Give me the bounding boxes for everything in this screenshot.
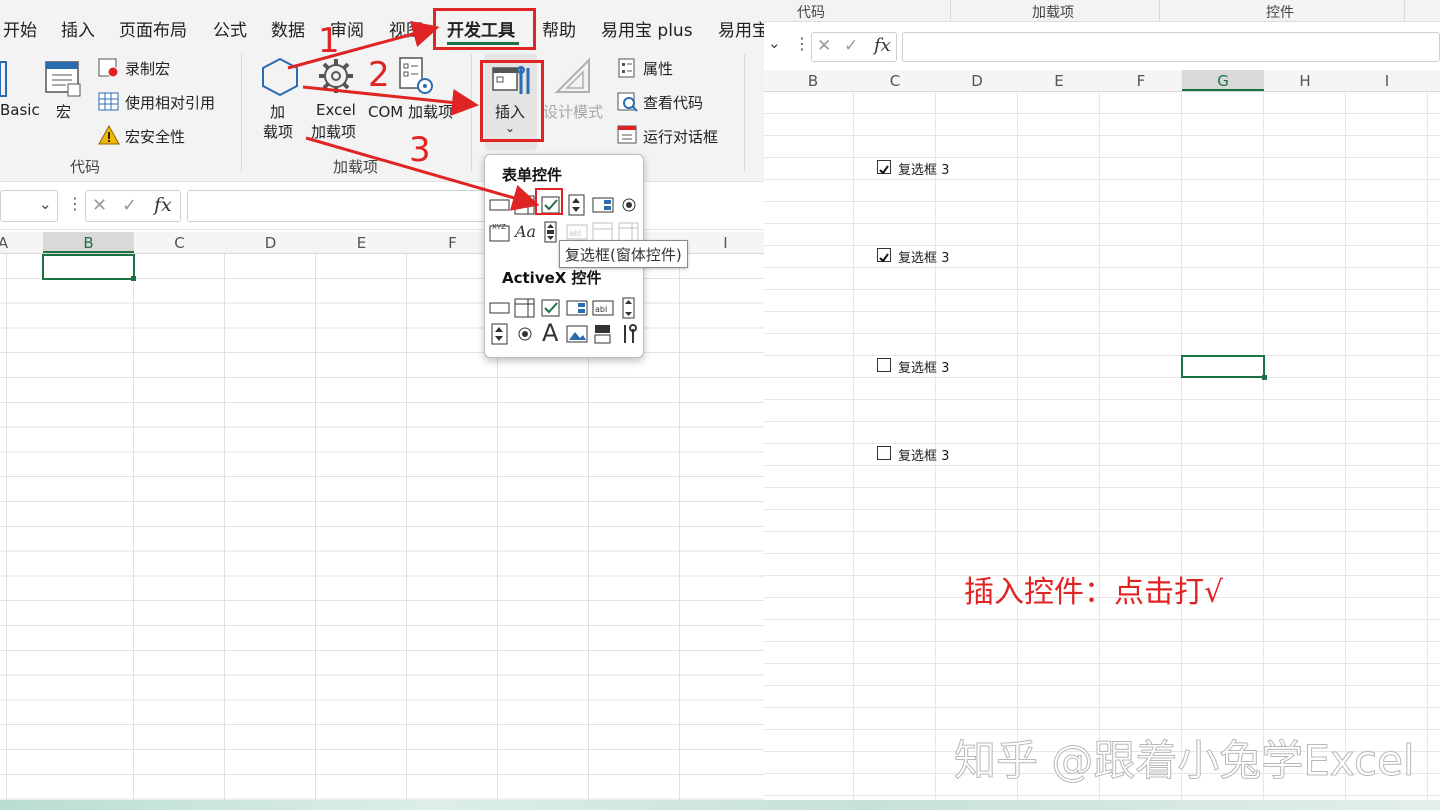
right-excel-window: 代码 加载项 控件 ⌄ ⋮ ✕ ✓ fx B C D E F G H I 复选框… — [764, 0, 1440, 800]
step-3-number: 3 — [409, 130, 431, 170]
checkbox-label[interactable]: 复选框 3 — [898, 247, 949, 266]
activex-controls-title: ActiveX 控件 — [502, 269, 602, 287]
checkbox[interactable] — [877, 446, 891, 460]
annotation-arrows — [287, 20, 540, 211]
activex-button-icon[interactable] — [489, 297, 511, 319]
activex-option-button-icon[interactable] — [514, 323, 536, 345]
formula-buttons: ✕ ✓ fx — [811, 32, 897, 62]
activex-combo-box-icon[interactable] — [514, 297, 536, 319]
fill-handle[interactable] — [131, 276, 136, 281]
active-cell[interactable] — [1181, 355, 1265, 378]
column-header-h[interactable]: H — [1264, 72, 1346, 90]
chevron-down-icon[interactable]: ⌄ — [768, 34, 781, 52]
column-header-i[interactable]: I — [1346, 72, 1428, 90]
activex-list-box-icon[interactable] — [566, 297, 588, 319]
activex-toggle-button-icon[interactable] — [592, 323, 614, 345]
cell-grid[interactable] — [764, 92, 1440, 800]
insert-function-icon[interactable]: fx — [874, 35, 891, 56]
checkbox-label[interactable]: 复选框 3 — [898, 357, 949, 376]
step-1-number: 1 — [318, 21, 340, 61]
instruction-annotation: 插入控件：点击打√ — [964, 575, 1224, 610]
formula-bar: ⌄ ⋮ ✕ ✓ fx — [764, 24, 1440, 70]
checkbox-label[interactable]: 复选框 3 — [898, 445, 949, 464]
addins-group-label: 加载项 — [1032, 5, 1074, 21]
column-header-d[interactable]: D — [936, 72, 1018, 90]
fill-handle[interactable] — [1262, 375, 1267, 380]
column-headers: B C D E F G H I — [764, 70, 1440, 92]
activex-label-icon[interactable]: A — [542, 319, 558, 347]
activex-image-icon[interactable] — [566, 323, 588, 345]
group-separator — [1159, 0, 1160, 22]
checkbox[interactable] — [877, 248, 891, 263]
more-options-icon[interactable]: ⋮ — [794, 34, 810, 53]
formula-input[interactable] — [902, 32, 1440, 62]
group-separator — [950, 0, 951, 22]
cell-grid[interactable] — [0, 254, 764, 800]
checkmark-icon — [879, 253, 889, 263]
watermark: 知乎 @跟着小兔学Excel — [954, 736, 1416, 786]
checkbox[interactable] — [877, 358, 891, 372]
step-2-number: 2 — [368, 55, 390, 95]
activex-checkbox-icon[interactable] — [540, 297, 562, 319]
cancel-icon[interactable]: ✕ — [817, 36, 831, 56]
left-excel-window: 开始 插入 页面布局 公式 数据 审阅 视图 开发工具 帮助 易用宝 plus … — [0, 0, 764, 800]
checkbox-label[interactable]: 复选框 3 — [898, 159, 949, 178]
activex-scroll-bar-icon[interactable] — [618, 297, 640, 319]
activex-spin-button-icon[interactable] — [489, 323, 511, 345]
controls-group-label: 控件 — [1266, 5, 1294, 21]
svg-text:abl: abl — [595, 305, 607, 314]
column-header-e[interactable]: E — [1018, 72, 1100, 90]
ribbon-group-labels: 代码 加载项 控件 — [764, 0, 1440, 22]
column-header-b[interactable]: B — [772, 72, 854, 90]
column-header-f[interactable]: F — [1100, 72, 1182, 90]
bottom-strip — [0, 800, 1440, 810]
more-controls-icon[interactable] — [618, 323, 640, 345]
code-group-label: 代码 — [797, 5, 825, 21]
checkbox[interactable] — [877, 160, 891, 175]
checkmark-icon — [879, 165, 889, 175]
confirm-icon[interactable]: ✓ — [844, 36, 858, 56]
group-separator — [1404, 0, 1405, 22]
column-header-c[interactable]: C — [854, 72, 936, 90]
column-header-g[interactable]: G — [1182, 72, 1264, 90]
activex-text-box-icon[interactable]: abl — [592, 297, 614, 319]
